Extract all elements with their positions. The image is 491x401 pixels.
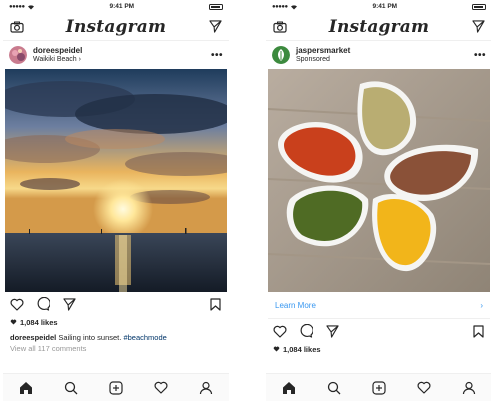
activity-heart-icon[interactable]: [152, 379, 170, 397]
heart-icon[interactable]: [272, 323, 288, 339]
wifi-icon: [27, 4, 34, 9]
post-actions: [3, 292, 229, 316]
home-icon[interactable]: [280, 379, 298, 397]
signal-wifi: ●●●●●: [272, 4, 298, 10]
signal-wifi: ●●●●●: [9, 4, 35, 10]
bottom-tab-bar: [266, 373, 491, 401]
post-photo-sunset: [5, 69, 227, 292]
app-logo: Instagram: [328, 16, 430, 37]
heart-icon[interactable]: [9, 296, 25, 312]
battery-icon: [208, 3, 223, 10]
location-label: Waikiki Beach: [33, 55, 77, 63]
signal-icon: ●●●●●: [272, 3, 288, 10]
send-icon[interactable]: [470, 19, 486, 35]
status-time: 9:41 PM: [372, 3, 398, 10]
camera-icon[interactable]: [272, 19, 288, 35]
chevron-right-icon: ›: [480, 300, 483, 310]
sponsored-label: Sponsored: [296, 55, 330, 63]
add-icon[interactable]: [370, 379, 388, 397]
profile-icon[interactable]: [197, 379, 215, 397]
status-time: 9:41 PM: [109, 3, 135, 10]
chevron-right-icon: ›: [78, 55, 81, 63]
post-actions: [266, 319, 491, 343]
profile-icon[interactable]: [460, 379, 478, 397]
add-icon[interactable]: [107, 379, 125, 397]
more-icon[interactable]: •••: [474, 50, 486, 61]
send-icon[interactable]: [207, 19, 223, 35]
app-header: Instagram: [3, 13, 229, 41]
app-header: Instagram: [266, 13, 491, 41]
wifi-icon: [290, 4, 297, 9]
post-meta: jaspersmarket Sponsored: [296, 46, 468, 63]
post-caption: doreespeidel Sailing into sunset. #beach…: [3, 333, 229, 343]
battery-icon: [471, 3, 486, 10]
more-icon[interactable]: •••: [211, 50, 223, 61]
view-comments-link[interactable]: View all 117 comments: [3, 344, 229, 353]
camera-icon[interactable]: [9, 19, 25, 35]
bookmark-icon[interactable]: [470, 323, 486, 339]
post-header: jaspersmarket Sponsored •••: [266, 41, 491, 69]
post-location[interactable]: Waikiki Beach ›: [33, 56, 205, 64]
caption-text: Sailing into sunset.: [58, 333, 122, 342]
home-icon[interactable]: [17, 379, 35, 397]
phone-screen-right: ●●●●● 9:41 PM Instagram jaspersmarket Sp…: [266, 0, 491, 401]
app-logo: Instagram: [65, 16, 167, 37]
comment-icon[interactable]: [35, 296, 51, 312]
heart-filled-icon: [10, 319, 17, 325]
send-icon[interactable]: [324, 323, 340, 339]
send-icon[interactable]: [61, 296, 77, 312]
heart-filled-icon: [273, 346, 280, 352]
caption-hashtag[interactable]: #beachmode: [123, 333, 166, 342]
likes-label: 1,084 likes: [20, 317, 58, 327]
phone-screen-left: ●●●●● 9:41 PM Instagram doreespeidel Wai…: [3, 0, 229, 401]
bookmark-icon[interactable]: [207, 296, 223, 312]
bottom-tab-bar: [3, 373, 229, 401]
learn-more-cta[interactable]: Learn More ›: [268, 292, 490, 319]
likes-count[interactable]: 1,084 likes: [3, 316, 229, 328]
likes-label: 1,084 likes: [283, 344, 321, 354]
avatar[interactable]: [272, 46, 290, 64]
status-bar: ●●●●● 9:41 PM: [266, 0, 491, 13]
likes-count[interactable]: 1,084 likes: [266, 343, 491, 355]
learn-more-label: Learn More: [275, 300, 316, 310]
comment-icon[interactable]: [298, 323, 314, 339]
post-header: doreespeidel Waikiki Beach › •••: [3, 41, 229, 69]
post-username[interactable]: jaspersmarket: [296, 46, 468, 55]
caption-username[interactable]: doreespeidel: [10, 333, 56, 342]
post-photo-spices: [268, 69, 490, 292]
search-icon[interactable]: [62, 379, 80, 397]
search-icon[interactable]: [325, 379, 343, 397]
activity-heart-icon[interactable]: [415, 379, 433, 397]
post-username[interactable]: doreespeidel: [33, 46, 205, 55]
status-bar: ●●●●● 9:41 PM: [3, 0, 229, 13]
avatar[interactable]: [9, 46, 27, 64]
signal-icon: ●●●●●: [9, 3, 25, 10]
post-meta: doreespeidel Waikiki Beach ›: [33, 46, 205, 63]
